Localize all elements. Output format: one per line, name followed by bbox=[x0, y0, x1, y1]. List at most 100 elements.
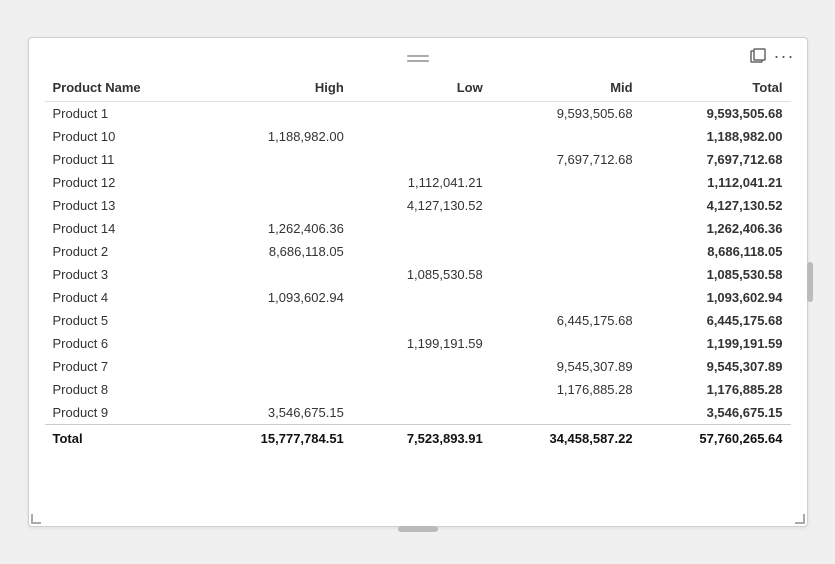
table-row: Product 79,545,307.899,545,307.89 bbox=[45, 355, 791, 378]
cell-product: Product 9 bbox=[45, 401, 202, 425]
table-wrapper: Product Name High Low Mid Total Product … bbox=[29, 74, 807, 468]
table-row: Product 8 1,176,885.281,176,885.28 bbox=[45, 378, 791, 401]
cell-low bbox=[352, 240, 491, 263]
cell-product: Product 3 bbox=[45, 263, 202, 286]
table-row: Product 93,546,675.153,546,675.15 bbox=[45, 401, 791, 425]
cell-total: 1,176,885.28 bbox=[641, 378, 791, 401]
expand-icon[interactable] bbox=[750, 48, 766, 64]
resize-corner-bl[interactable] bbox=[31, 514, 41, 524]
cell-low: 1,112,041.21 bbox=[352, 171, 491, 194]
table-row: Product 31,085,530.581,085,530.58 bbox=[45, 263, 791, 286]
cell-product: Product 2 bbox=[45, 240, 202, 263]
footer-product: Total bbox=[45, 425, 202, 453]
cell-low bbox=[352, 355, 491, 378]
cell-low bbox=[352, 401, 491, 425]
table-header: Product Name High Low Mid Total bbox=[45, 74, 791, 102]
cell-mid bbox=[491, 240, 641, 263]
cell-product: Product 6 bbox=[45, 332, 202, 355]
cell-high bbox=[202, 102, 352, 126]
cell-mid bbox=[491, 171, 641, 194]
cell-low bbox=[352, 286, 491, 309]
cell-high: 1,262,406.36 bbox=[202, 217, 352, 240]
drag-handle-icon[interactable] bbox=[407, 55, 429, 62]
table-row: Product 41,093,602.941,093,602.94 bbox=[45, 286, 791, 309]
resize-handle-bottom[interactable] bbox=[398, 526, 438, 532]
cell-total: 7,697,712.68 bbox=[641, 148, 791, 171]
cell-high bbox=[202, 171, 352, 194]
footer-low: 7,523,893.91 bbox=[352, 425, 491, 453]
cell-total: 1,093,602.94 bbox=[641, 286, 791, 309]
data-table: Product Name High Low Mid Total Product … bbox=[45, 74, 791, 452]
cell-low bbox=[352, 148, 491, 171]
table-footer: Total 15,777,784.51 7,523,893.91 34,458,… bbox=[45, 425, 791, 453]
cell-low: 1,085,530.58 bbox=[352, 263, 491, 286]
cell-total: 9,593,505.68 bbox=[641, 102, 791, 126]
cell-high bbox=[202, 194, 352, 217]
cell-product: Product 4 bbox=[45, 286, 202, 309]
cell-total: 1,112,041.21 bbox=[641, 171, 791, 194]
cell-total: 3,546,675.15 bbox=[641, 401, 791, 425]
cell-mid bbox=[491, 217, 641, 240]
cell-mid bbox=[491, 125, 641, 148]
cell-total: 6,445,175.68 bbox=[641, 309, 791, 332]
cell-mid: 7,697,712.68 bbox=[491, 148, 641, 171]
cell-high bbox=[202, 309, 352, 332]
cell-high bbox=[202, 263, 352, 286]
header-row: Product Name High Low Mid Total bbox=[45, 74, 791, 102]
cell-total: 1,188,982.00 bbox=[641, 125, 791, 148]
cell-mid: 9,545,307.89 bbox=[491, 355, 641, 378]
cell-product: Product 5 bbox=[45, 309, 202, 332]
cell-high bbox=[202, 332, 352, 355]
cell-product: Product 7 bbox=[45, 355, 202, 378]
cell-total: 8,686,118.05 bbox=[641, 240, 791, 263]
footer-high: 15,777,784.51 bbox=[202, 425, 352, 453]
table-row: Product 141,262,406.361,262,406.36 bbox=[45, 217, 791, 240]
cell-mid bbox=[491, 332, 641, 355]
cell-total: 4,127,130.52 bbox=[641, 194, 791, 217]
table-row: Product 61,199,191.591,199,191.59 bbox=[45, 332, 791, 355]
table-body: Product 19,593,505.689,593,505.68Product… bbox=[45, 102, 791, 425]
cell-mid bbox=[491, 401, 641, 425]
footer-total: 57,760,265.64 bbox=[641, 425, 791, 453]
cell-high: 3,546,675.15 bbox=[202, 401, 352, 425]
cell-low bbox=[352, 217, 491, 240]
cell-product: Product 1 bbox=[45, 102, 202, 126]
table-row: Product 12 1,112,041.21 1,112,041.21 bbox=[45, 171, 791, 194]
footer-row: Total 15,777,784.51 7,523,893.91 34,458,… bbox=[45, 425, 791, 453]
more-options-icon[interactable]: ··· bbox=[774, 47, 795, 65]
cell-mid: 1,176,885.28 bbox=[491, 378, 641, 401]
col-header-mid: Mid bbox=[491, 74, 641, 102]
cell-high bbox=[202, 148, 352, 171]
cell-mid bbox=[491, 263, 641, 286]
cell-high bbox=[202, 378, 352, 401]
cell-low bbox=[352, 309, 491, 332]
table-row: Product 13 4,127,130.52 4,127,130.52 bbox=[45, 194, 791, 217]
cell-high: 1,188,982.00 bbox=[202, 125, 352, 148]
cell-product: Product 13 bbox=[45, 194, 202, 217]
cell-mid bbox=[491, 194, 641, 217]
widget-header: ··· bbox=[29, 38, 807, 74]
table-row: Product 1 9,593,505.689,593,505.68 bbox=[45, 102, 791, 126]
cell-high: 8,686,118.05 bbox=[202, 240, 352, 263]
table-widget: ··· Product Name High Low Mid Total Prod… bbox=[28, 37, 808, 527]
col-header-product: Product Name bbox=[45, 74, 202, 102]
resize-handle-right[interactable] bbox=[807, 262, 813, 302]
table-row: Product 28,686,118.058,686,118.05 bbox=[45, 240, 791, 263]
cell-mid: 9,593,505.68 bbox=[491, 102, 641, 126]
table-row: Product 101,188,982.001,188,982.00 bbox=[45, 125, 791, 148]
table-row: Product 56,445,175.686,445,175.68 bbox=[45, 309, 791, 332]
cell-low: 4,127,130.52 bbox=[352, 194, 491, 217]
cell-total: 1,199,191.59 bbox=[641, 332, 791, 355]
resize-corner-br[interactable] bbox=[795, 514, 805, 524]
cell-high: 1,093,602.94 bbox=[202, 286, 352, 309]
col-header-total: Total bbox=[641, 74, 791, 102]
cell-product: Product 14 bbox=[45, 217, 202, 240]
cell-low bbox=[352, 378, 491, 401]
cell-product: Product 12 bbox=[45, 171, 202, 194]
cell-total: 1,262,406.36 bbox=[641, 217, 791, 240]
footer-mid: 34,458,587.22 bbox=[491, 425, 641, 453]
cell-product: Product 8 bbox=[45, 378, 202, 401]
cell-product: Product 10 bbox=[45, 125, 202, 148]
col-header-high: High bbox=[202, 74, 352, 102]
cell-high bbox=[202, 355, 352, 378]
